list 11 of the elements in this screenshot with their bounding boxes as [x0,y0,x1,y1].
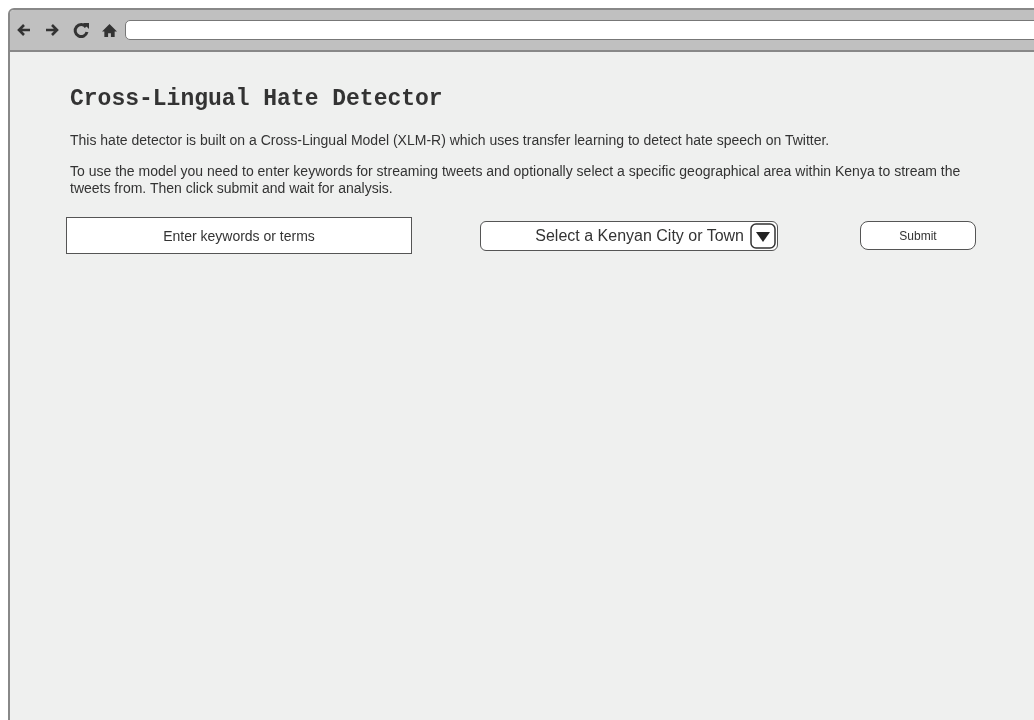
forward-icon[interactable] [44,22,60,38]
reload-icon[interactable] [72,21,90,39]
keywords-field[interactable]: Enter keywords or terms [66,217,412,254]
description-text: To use the model you need to enter keywords for streaming tweets and optionally select a specific geographical area within Kenya to stream the tweets from. Then click submit and wait for analysis. [70,163,962,197]
address-bar[interactable] [125,20,1034,40]
location-dropdown[interactable]: Select a Kenyan City or Town [480,220,778,251]
description-text: This hate detector is built on a Cross-Lingual Model (XLM-R) which uses transfer learning to detect hate speech on Twitter. [70,132,831,149]
page-title: Cross-Lingual Hate Detector [70,86,444,112]
back-icon[interactable] [16,22,32,38]
submit-button[interactable]: Submit [860,221,976,250]
home-icon[interactable] [102,22,117,38]
